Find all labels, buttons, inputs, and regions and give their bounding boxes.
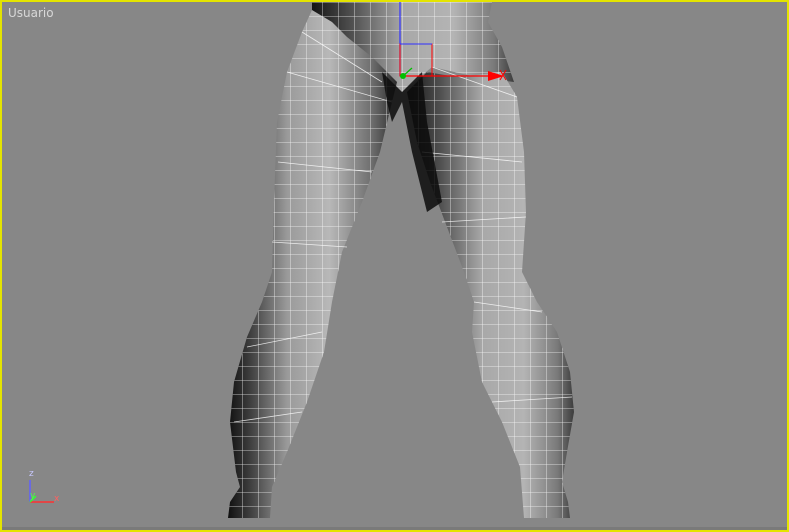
viewport-bottom-strip	[2, 527, 787, 530]
axis-z-label: z	[29, 469, 34, 479]
axis-x-label: x	[54, 494, 60, 504]
viewport-user[interactable]: Usuario z y x	[0, 0, 789, 532]
axis-y-label: y	[30, 491, 36, 501]
mesh-wireframe-icon	[228, 2, 574, 518]
axis-tripod: z y x	[22, 466, 66, 510]
scene-canvas[interactable]	[2, 2, 787, 530]
